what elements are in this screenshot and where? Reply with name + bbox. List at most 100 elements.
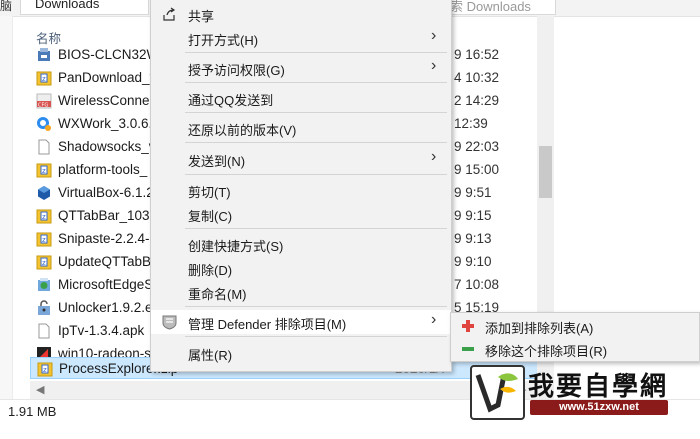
zip-icon: z [37, 362, 53, 377]
horizontal-scrollbar[interactable] [30, 381, 537, 399]
file-name: WirelessConnec [58, 93, 157, 108]
menu-item-send-to[interactable]: 发送到(N) › [151, 147, 451, 171]
context-menu: 共享 打开方式(H) › 授予访问权限(G) › 通过QQ发送到 还原以前的版本… [150, 0, 452, 372]
zip-icon: z [36, 163, 52, 178]
virtualbox-icon [38, 186, 50, 200]
zip-icon: z [36, 232, 52, 247]
menu-item-properties[interactable]: 属性(R) [151, 341, 451, 365]
menu-separator [185, 174, 447, 175]
watermark-url: www.51zxw.net [530, 400, 668, 415]
menu-item-label: 属性(R) [188, 348, 233, 363]
menu-item-label: 还原以前的版本(V) [188, 123, 297, 138]
file-name: Shadowsocks_v [58, 139, 156, 154]
file-name: MicrosoftEdgeS [58, 277, 154, 292]
menu-separator [185, 82, 447, 83]
file-name: WXWork_3.0.6.1 [58, 116, 160, 131]
edge-setup-icon [38, 278, 50, 291]
file-name: BIOS-CLCN32W [58, 47, 160, 62]
zip-icon: z [36, 71, 52, 86]
menu-item-label: 发送到(N) [188, 154, 246, 169]
file-date: 7 10:08 [454, 277, 500, 292]
file-date: 2 14:29 [454, 93, 500, 108]
menu-item-label: 共享 [188, 9, 215, 24]
submenu-item-label: 移除这个排除项目(R) [485, 344, 608, 359]
menu-item-share[interactable]: 共享 [151, 2, 451, 26]
menu-item-label: 剪切(T) [188, 185, 231, 200]
menu-item-cut[interactable]: 剪切(T) [151, 178, 451, 202]
file-name: UpdateQTTabB [58, 254, 152, 269]
chevron-right-icon: › [431, 148, 437, 165]
address-path: Downloads [35, 0, 100, 11]
svg-text:CFG: CFG [38, 103, 48, 109]
chevron-right-icon: › [431, 27, 437, 44]
menu-item-label: 删除(D) [188, 263, 233, 278]
defender-icon [162, 315, 177, 330]
menu-item-defender[interactable]: 管理 Defender 排除项目(M) › [151, 310, 451, 334]
file-date: 4 10:32 [454, 70, 500, 85]
status-size: 1.91 MB [8, 404, 57, 419]
svg-text:z: z [42, 213, 46, 221]
address-left-fragment: 脑 [0, 0, 13, 13]
unlocker-icon [38, 300, 50, 315]
navigation-pane [0, 16, 13, 399]
cfg-icon: CFG [36, 93, 52, 109]
file-icon [38, 323, 50, 339]
menu-item-send-qq[interactable]: 通过QQ发送到 [151, 86, 451, 110]
menu-item-shortcut[interactable]: 创建快捷方式(S) [151, 232, 451, 256]
menu-separator [185, 336, 447, 337]
file-name: IpTv-1.3.4.apk [58, 323, 145, 338]
menu-item-delete[interactable]: 删除(D) [151, 256, 451, 280]
file-date: 9 9:13 [454, 231, 492, 246]
submenu-item-add-exclusion[interactable]: 添加到排除列表(A) [451, 314, 700, 338]
submenu-item-remove-exclusion[interactable]: 移除这个排除项目(R) [451, 337, 700, 361]
menu-item-label: 重命名(M) [188, 287, 247, 302]
menu-item-label: 打开方式(H) [188, 33, 259, 48]
search-placeholder: 索 Downloads [450, 0, 531, 14]
zip-icon: z [36, 255, 52, 270]
svg-text:z: z [42, 167, 46, 175]
watermark-title: 我要自學網 [528, 372, 669, 402]
wxwork-icon [37, 117, 51, 131]
file-date: 9 15:00 [454, 162, 500, 177]
minus-icon [462, 347, 474, 351]
submenu-item-label: 添加到排除列表(A) [485, 321, 594, 336]
svg-text:z: z [42, 259, 46, 267]
menu-separator [185, 52, 447, 53]
installer-icon [38, 48, 50, 61]
plus-icon [462, 320, 474, 332]
zip-icon: z [36, 209, 52, 224]
svg-text:z: z [42, 236, 46, 244]
menu-item-rename[interactable]: 重命名(M) [151, 280, 451, 304]
defender-submenu: 添加到排除列表(A) 移除这个排除项目(R) [450, 312, 700, 362]
file-icon [38, 139, 50, 155]
menu-separator [185, 112, 447, 113]
file-date: 9 9:15 [454, 208, 492, 223]
vertical-scroll-thumb[interactable] [539, 146, 552, 198]
file-name: Unlocker1.9.2.e [58, 300, 153, 315]
scroll-left-icon[interactable]: ◀ [36, 383, 44, 396]
menu-item-label: 创建快捷方式(S) [188, 239, 284, 254]
chevron-right-icon: › [431, 57, 437, 74]
share-icon [163, 7, 176, 21]
svg-text:z: z [43, 366, 47, 374]
menu-item-copy[interactable]: 复制(C) [151, 202, 451, 226]
file-date: 12:39 [454, 116, 488, 131]
chevron-right-icon: › [431, 311, 437, 328]
svg-text:z: z [42, 75, 46, 83]
menu-item-open-with[interactable]: 打开方式(H) › [151, 26, 451, 50]
menu-separator [185, 142, 447, 143]
file-name: VirtualBox-6.1.2 [58, 185, 154, 200]
menu-separator [185, 306, 447, 307]
menu-item-grant-access[interactable]: 授予访问权限(G) › [151, 56, 451, 80]
menu-item-label: 授予访问权限(G) [188, 63, 285, 78]
file-name: Snipaste-2.2.4- [58, 231, 150, 246]
file-date: 9 16:52 [454, 47, 500, 62]
menu-item-label: 复制(C) [188, 209, 233, 224]
file-name: QTTabBar_1038 [58, 208, 158, 223]
file-date: 9 22:03 [454, 139, 500, 154]
file-date: 9 9:10 [454, 254, 492, 269]
menu-separator [185, 228, 447, 229]
watermark-logo-icon [470, 365, 525, 420]
menu-item-restore[interactable]: 还原以前的版本(V) [151, 116, 451, 140]
file-name: platform-tools_ [58, 162, 148, 177]
